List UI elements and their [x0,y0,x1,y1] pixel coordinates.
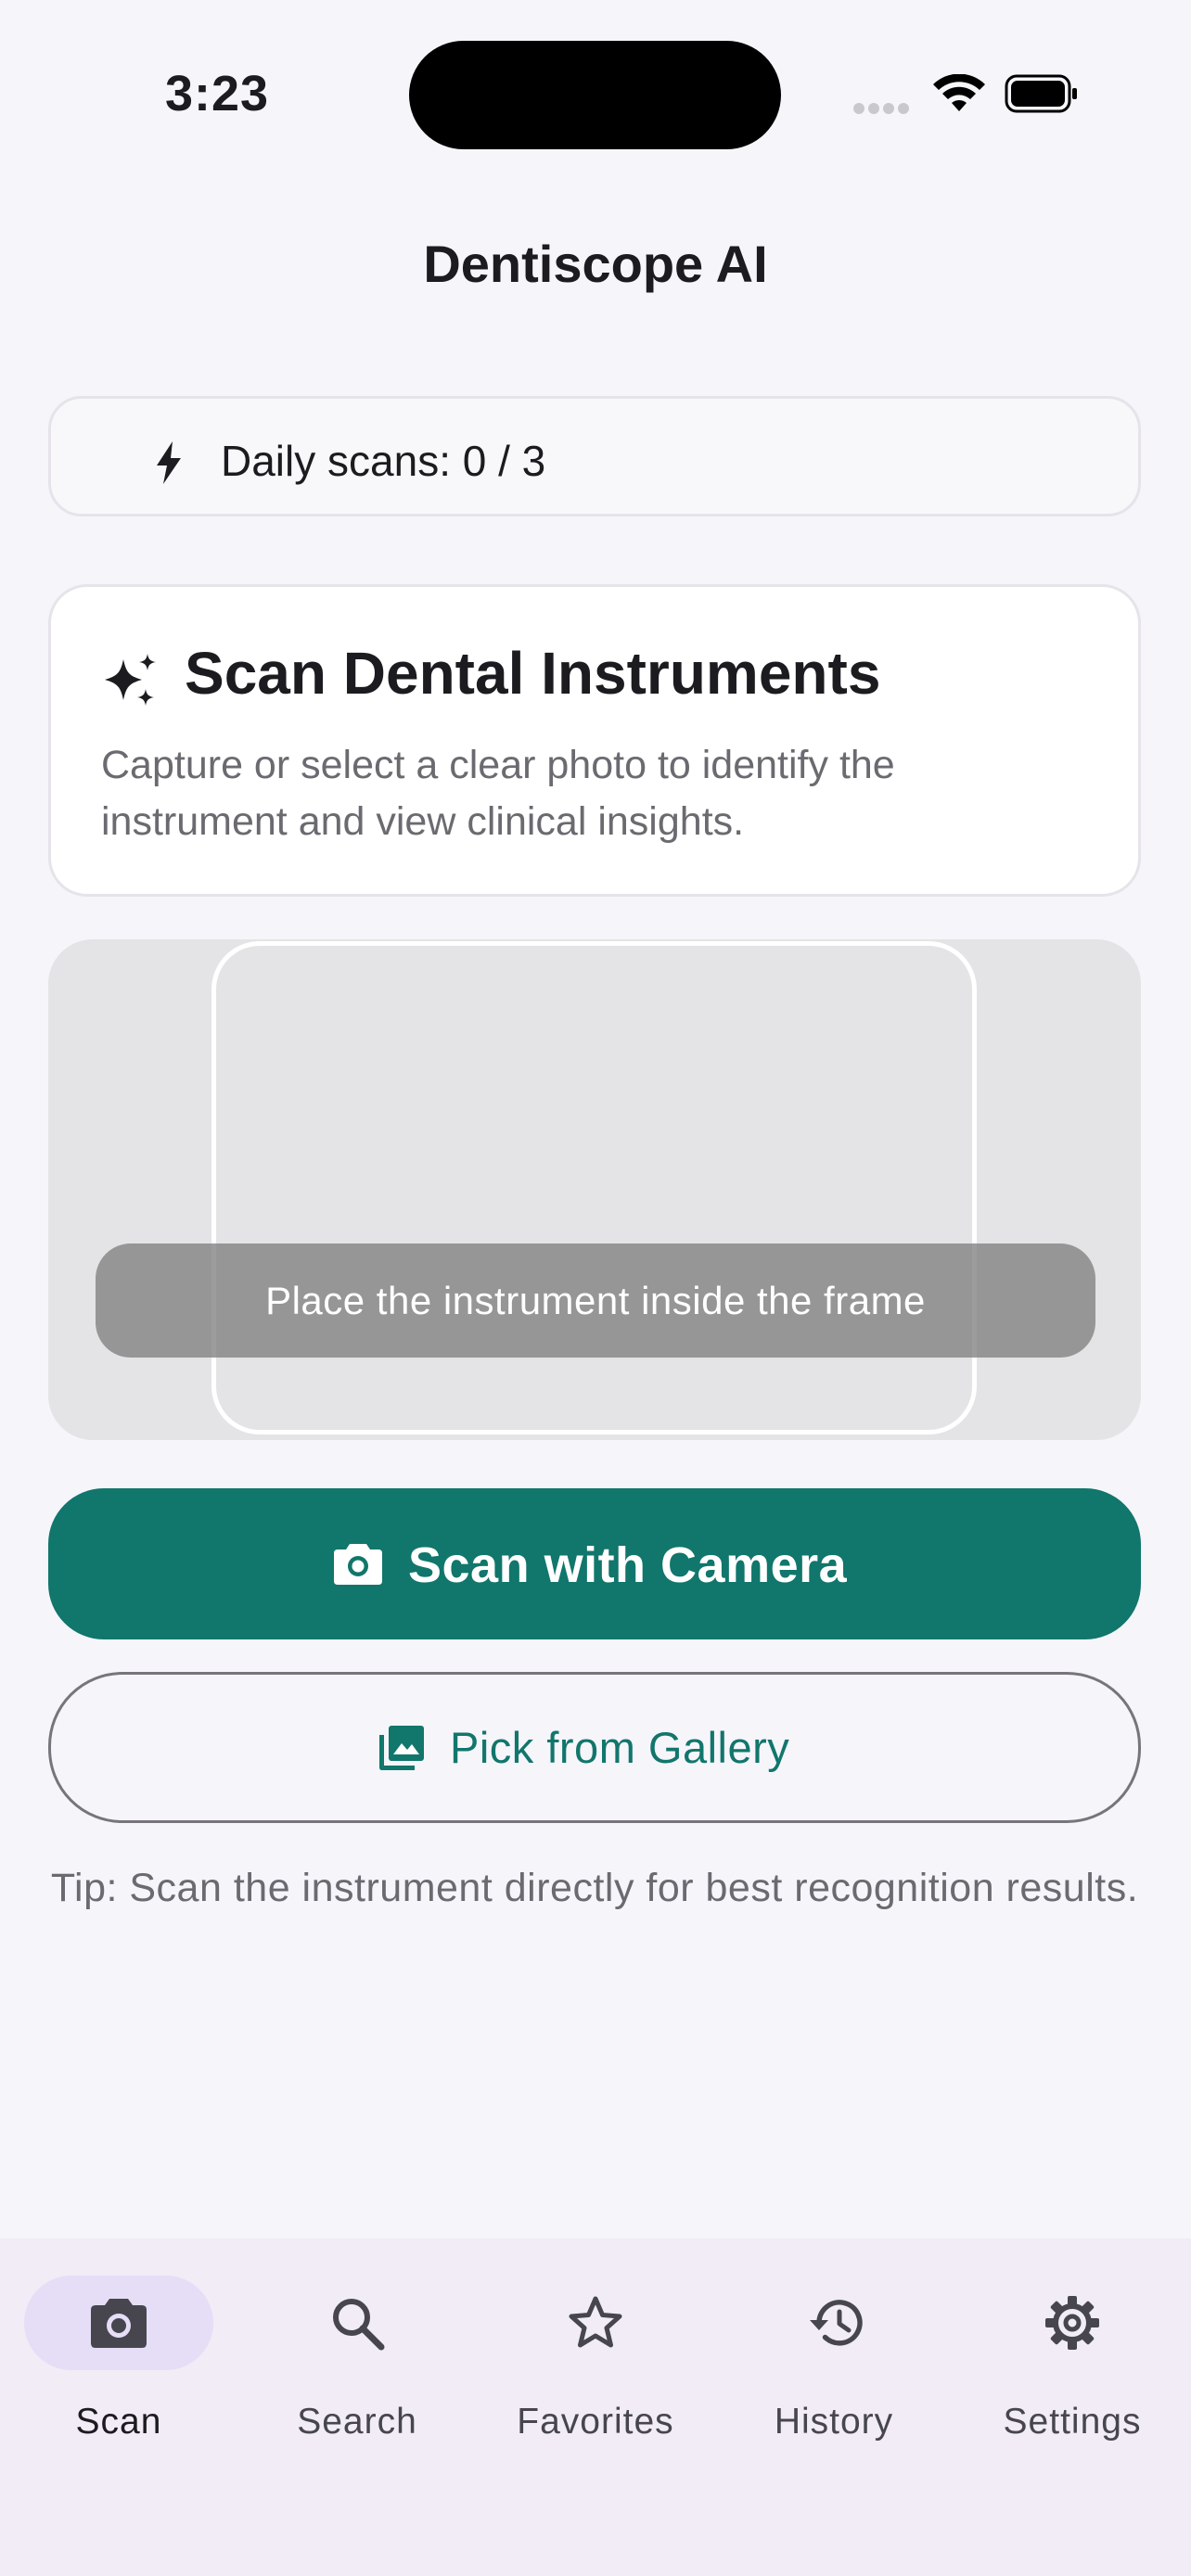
search-icon [333,2299,385,2351]
pick-from-gallery-label: Pick from Gallery [450,1723,790,1772]
frame-hint: Place the instrument inside the frame [96,1243,1095,1358]
wifi-icon [933,74,985,111]
camera-icon [334,1544,382,1585]
daily-scans-text: Daily scans: 0 / 3 [221,437,546,485]
page-title: Dentiscope AI [423,235,768,293]
history-icon [810,2300,863,2346]
nav-label-search: Search [297,2402,417,2442]
nav-label-settings: Settings [1003,2402,1142,2442]
star-icon [569,2296,622,2348]
status-bar: 3:23 [0,0,1191,185]
nav-label-favorites: Favorites [517,2402,674,2442]
scan-with-camera-label: Scan with Camera [408,1537,848,1593]
bottom-navigation: Scan Search Favorites History Settings [0,2238,1191,2576]
status-time: 3:23 [165,66,270,121]
bolt-icon [157,441,181,484]
nav-label-history: History [774,2402,894,2442]
intro-card-description: Capture or select a clear photo to ident… [101,743,895,844]
gear-icon [1045,2296,1099,2350]
nav-label-scan: Scan [75,2402,162,2442]
cellular-signal-icon [853,102,913,119]
scan-with-camera-button[interactable]: Scan with Camera [48,1488,1141,1639]
camera-icon [91,2299,147,2348]
sparkle-icon [105,654,156,706]
dynamic-island [409,41,781,149]
gallery-icon [379,1726,424,1770]
pick-from-gallery-button[interactable]: Pick from Gallery [48,1672,1141,1823]
daily-scans-banner: Daily scans: 0 / 3 [48,396,1141,516]
intro-card: Scan Dental Instruments Capture or selec… [48,584,1141,897]
scan-tip: Tip: Scan the instrument directly for be… [50,1866,1139,1910]
scan-frame [211,941,977,1435]
intro-card-title: Scan Dental Instruments [185,640,881,707]
camera-preview: Place the instrument inside the frame [48,939,1141,1440]
battery-icon [1005,74,1077,113]
